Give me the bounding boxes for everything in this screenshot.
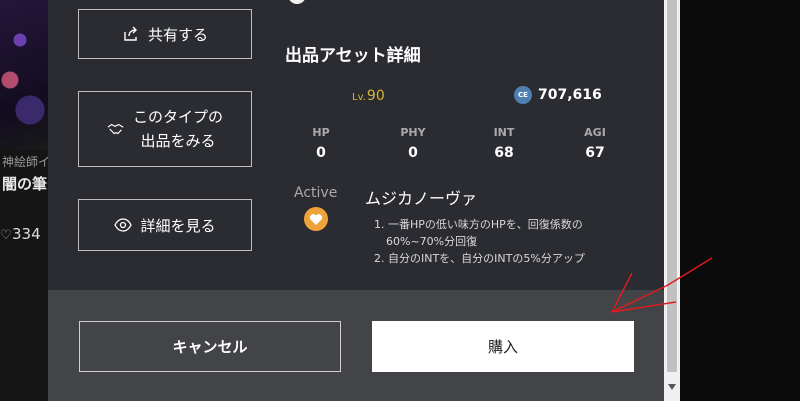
stat-phy: PHY 0 bbox=[383, 126, 443, 161]
asset-detail-modal: 共有する このタイプの 出品をみる 詳細を見る 出品アセット詳細 Lv.90 C… bbox=[48, 0, 664, 401]
artwork-thumbnail[interactable] bbox=[0, 0, 48, 150]
stat-label: INT bbox=[493, 126, 515, 139]
creator-name: 神絵師イ bbox=[2, 155, 48, 169]
skill-effects: 1. 一番HPの低い味方のHPを、回復係数の 60%~70%分回復 2. 自分の… bbox=[374, 217, 585, 268]
handshake-icon bbox=[107, 120, 125, 138]
modal-footer: キャンセル 購入 bbox=[48, 290, 664, 401]
skill-type-label: Active bbox=[294, 185, 338, 201]
stat-label: AGI bbox=[584, 126, 606, 139]
background-page: 神絵師イ 闇の筆 ♡ 334 bbox=[0, 0, 48, 401]
section-title: 出品アセット詳細 bbox=[285, 46, 421, 66]
heart-skill-icon bbox=[304, 207, 328, 231]
view-type-listings-label: このタイプの 出品をみる bbox=[133, 105, 223, 153]
eye-icon bbox=[114, 216, 133, 234]
ce-icon: CE bbox=[514, 86, 532, 104]
stat-int: INT 68 bbox=[474, 126, 534, 161]
heart-icon: ♡ bbox=[0, 228, 12, 243]
cancel-button[interactable]: キャンセル bbox=[79, 321, 341, 372]
avatar bbox=[288, 0, 306, 4]
stat-agi: AGI 67 bbox=[565, 126, 625, 161]
share-button[interactable]: 共有する bbox=[78, 9, 252, 59]
scroll-down-arrow-icon[interactable] bbox=[668, 384, 676, 390]
label-line-2: 出品をみる bbox=[140, 132, 216, 150]
share-icon bbox=[122, 25, 140, 43]
stat-value: 0 bbox=[316, 145, 326, 161]
label-line-1: このタイプの bbox=[132, 108, 223, 126]
stat-hp: HP 0 bbox=[291, 126, 351, 161]
share-button-label: 共有する bbox=[147, 25, 208, 44]
level-value: 90 bbox=[366, 88, 385, 104]
level-display: Lv.90 bbox=[352, 88, 385, 104]
stat-label: PHY bbox=[400, 126, 426, 139]
stat-value: 68 bbox=[494, 145, 514, 161]
view-details-button[interactable]: 詳細を見る bbox=[78, 199, 252, 251]
artwork-title: 闇の筆 bbox=[2, 175, 48, 193]
stat-value: 67 bbox=[585, 145, 605, 161]
like-count: 334 bbox=[12, 225, 41, 243]
ce-value: 707,616 bbox=[538, 87, 602, 103]
view-type-listings-button[interactable]: このタイプの 出品をみる bbox=[78, 91, 252, 167]
skill-effect-line: 2. 自分のINTを、自分のINTの5%分アップ bbox=[374, 252, 585, 265]
level-prefix: Lv. bbox=[352, 92, 366, 103]
stat-label: HP bbox=[312, 126, 330, 139]
skill-effect-line: 60%~70%分回復 bbox=[386, 235, 478, 248]
scrollbar-thumb[interactable] bbox=[667, 0, 677, 372]
view-details-label: 詳細を見る bbox=[140, 216, 216, 235]
ce-display: CE 707,616 bbox=[514, 86, 602, 104]
skill-effect-line: 1. 一番HPの低い味方のHPを、回復係数の bbox=[374, 218, 583, 231]
buy-button[interactable]: 購入 bbox=[372, 321, 634, 372]
skill-name: ムジカノーヴァ bbox=[365, 189, 478, 208]
scrollbar[interactable] bbox=[664, 0, 680, 401]
stat-value: 0 bbox=[408, 145, 418, 161]
